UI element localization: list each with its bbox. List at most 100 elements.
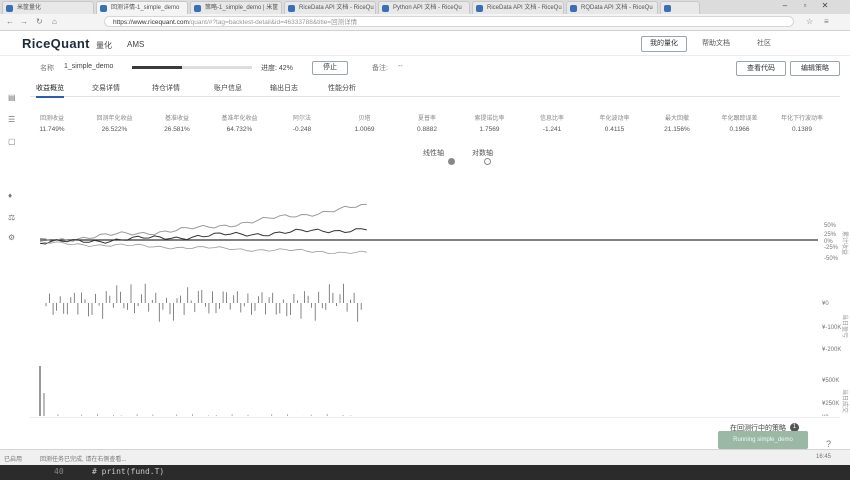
pnl-tick-label: ¥-200K [822, 347, 841, 353]
returns-tick-label: -25% [824, 245, 839, 251]
volume-axis-label: 当日成交 [841, 389, 849, 413]
tab-output-log[interactable]: 输出日志 [270, 82, 298, 96]
ricequant-logo[interactable]: RiceQuant [22, 36, 90, 51]
list-icon[interactable]: ☰ [8, 115, 15, 124]
note-value: -- [398, 63, 403, 70]
log-axis-toggle[interactable]: 对数轴 [472, 148, 493, 158]
metric-value: 1.7569 [479, 126, 500, 133]
favicon-icon [570, 5, 577, 12]
browser-tab[interactable]: 米筐量化 [2, 1, 94, 14]
metric-value: 21.156% [664, 126, 690, 133]
nav-link-ams[interactable]: AMS [127, 40, 144, 49]
favicon-icon [6, 5, 13, 12]
home-icon[interactable]: ⌂ [52, 17, 57, 26]
browser-tab[interactable]: RiceData API 文档 - RiceQu [284, 1, 376, 14]
drawdown-line [39, 241, 367, 255]
tab-returns-overview[interactable]: 收益概览 [36, 82, 64, 98]
progress-bar [132, 66, 252, 69]
note-label: 备注: [372, 65, 388, 72]
address-bar: ← → ↻ ⌂ https://www.ricequant.com/quant/… [0, 14, 850, 31]
returns-tick-label: 50% [824, 223, 837, 229]
code-line[interactable]: # print(fund.T) [92, 467, 164, 476]
maximize-icon[interactable]: ▫ [796, 0, 814, 12]
returns-tick-label: 25% [824, 232, 837, 238]
favicon-icon [194, 5, 201, 12]
menu-icon[interactable]: ≡ [824, 17, 829, 26]
metric-label: 索提诺比率 [474, 116, 505, 122]
back-icon[interactable]: ← [6, 17, 14, 26]
help-docs-button[interactable]: 帮助文档 [693, 38, 739, 48]
page-content: RiceQuant 量化 AMS 我的量化 帮助文档 社区 名称 1_simpl… [0, 31, 850, 449]
favicon-icon [476, 5, 483, 12]
metric-value: 64.732% [226, 126, 253, 133]
metric-value: 1.0069 [354, 126, 375, 133]
result-tabs: 收益概览 交易详情 持仓详情 账户信息 输出日志 性能分析 [30, 82, 840, 98]
metric-value: -1.241 [542, 126, 562, 133]
browser-tab[interactable]: Python API 文档 - RiceQu [378, 1, 470, 14]
metric-value: 26.581% [164, 126, 190, 133]
browser-tab[interactable]: 回测详情-1_simple_demo [96, 1, 188, 14]
volume-tick-label: ¥500K [822, 378, 839, 384]
metric-value: 11.749% [39, 126, 65, 133]
footer-divider [30, 417, 840, 418]
view-code-button[interactable]: 查看代码 [736, 61, 786, 76]
doc-icon[interactable]: ▢ [8, 137, 16, 146]
tab-trade-details[interactable]: 交易详情 [92, 82, 120, 96]
favicon-icon [288, 5, 295, 12]
browser-tab[interactable]: RiceData API 文档 - RiceQu [472, 1, 564, 14]
metric-value: 0.4115 [604, 126, 625, 133]
metric-label: 最大回撤 [664, 116, 689, 122]
log-radio-icon[interactable] [484, 158, 491, 165]
metric-value: -0.248 [292, 126, 312, 133]
forward-icon[interactable]: → [20, 17, 28, 26]
favicon-icon [664, 5, 671, 12]
metric-label: 基准收益 [164, 116, 189, 122]
progress-bar-fill [132, 66, 183, 69]
line-number: 40 [54, 467, 64, 476]
taskbar-notice[interactable]: 回测任务已完成, 请在右侧查看... [40, 454, 126, 463]
metric-value: 0.8882 [417, 126, 437, 133]
url-input[interactable]: https://www.ricequant.com/quant/#?tag=ba… [104, 16, 794, 27]
linear-radio-icon[interactable] [448, 158, 455, 165]
metric-label: 夏普率 [417, 116, 436, 122]
tab-performance-analysis[interactable]: 性能分析 [328, 82, 356, 96]
minimize-icon[interactable]: – [776, 0, 794, 12]
metric-value: 0.1966 [729, 126, 750, 133]
browser-tab[interactable]: 策略-1_simple_demo | 米筐 [190, 1, 282, 14]
linear-axis-toggle[interactable]: 线性轴 [423, 148, 444, 158]
edit-strategy-button[interactable]: 编辑策略 [790, 61, 840, 76]
strategy-line [39, 228, 367, 245]
reload-icon[interactable]: ↻ [36, 17, 43, 26]
browser-tab[interactable]: RQData API 文档 - RiceQu [566, 1, 658, 14]
nav-link-quant[interactable]: 量化 [96, 40, 112, 51]
favicon-icon [382, 5, 389, 12]
benchmark-line [39, 203, 367, 242]
backtest-chart: 2015-012015-022015-032015-042015-052015-… [39, 203, 849, 416]
help-icon[interactable]: ? [826, 439, 831, 449]
my-quant-button[interactable]: 我的量化 [641, 36, 687, 52]
taskbar-status: 已启用 [4, 457, 23, 463]
volume-tick-label: ¥250K [822, 401, 839, 407]
chart-icon[interactable]: ▤ [8, 93, 16, 102]
pnl-tick-label: ¥-100K [822, 325, 841, 331]
metric-label: 年化下行波动率 [780, 116, 823, 122]
taskbar: 已启用 回测任务已完成, 请在右侧查看... 16:45 [0, 449, 850, 466]
metric-label: 回测年化收益 [96, 116, 133, 122]
star-icon[interactable]: ☆ [806, 17, 813, 26]
running-toast[interactable]: Running simple_demo [718, 431, 808, 449]
metric-label: 年化波动率 [599, 116, 630, 122]
returns-tick-label: -50% [824, 256, 839, 262]
code-editor: 40 # print(fund.T) [0, 465, 850, 480]
metric-label: 年化跟踪误差 [721, 116, 758, 122]
header-divider [0, 55, 850, 56]
stop-button[interactable]: 停止 [312, 61, 348, 75]
browser-tab[interactable] [660, 1, 700, 14]
tab-account-info[interactable]: 账户信息 [214, 82, 242, 96]
close-icon[interactable]: ✕ [816, 0, 834, 12]
favicon-icon [100, 5, 107, 12]
pnl-tick-label: ¥0 [822, 301, 829, 307]
community-button[interactable]: 社区 [744, 38, 784, 48]
progress-label: 进度: 42% [261, 65, 293, 72]
tab-position-details[interactable]: 持仓详情 [152, 82, 180, 96]
metric-value: 26.522% [101, 126, 128, 133]
